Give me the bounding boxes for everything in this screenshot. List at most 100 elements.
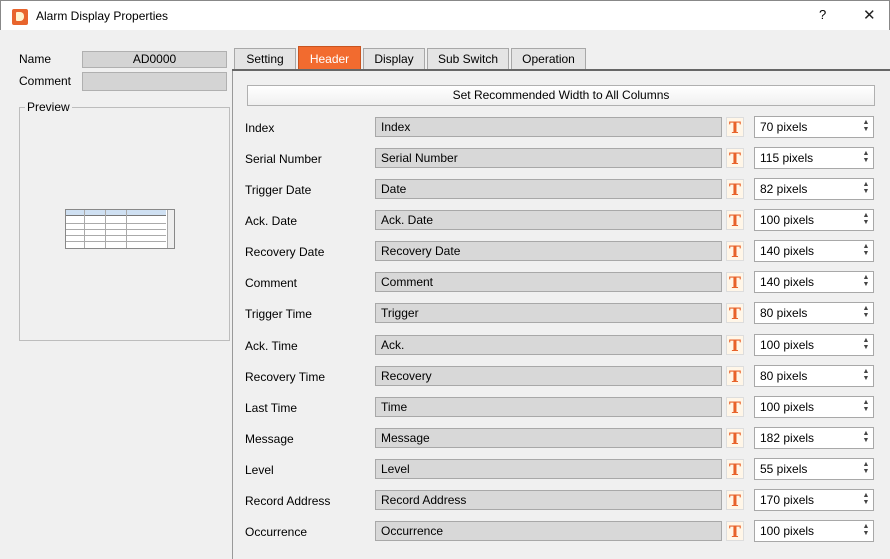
column-width-spinner[interactable]: 100 pixels ▲ ▼ (754, 396, 874, 418)
spin-arrows-icon[interactable]: ▲ ▼ (862, 150, 870, 166)
spin-arrows-icon[interactable]: ▲ ▼ (862, 181, 870, 197)
column-width-value: 80 pixels (760, 306, 808, 320)
column-width-spinner[interactable]: 82 pixels ▲ ▼ (754, 178, 874, 200)
comment-field[interactable] (82, 72, 227, 91)
column-width-spinner[interactable]: 115 pixels ▲ ▼ (754, 147, 874, 169)
text-style-icon[interactable]: T (726, 241, 744, 261)
header-text-field[interactable]: Time (375, 397, 722, 417)
text-style-icon[interactable]: T (726, 117, 744, 137)
spin-arrows-icon[interactable]: ▲ ▼ (862, 492, 870, 508)
text-style-icon[interactable]: T (726, 303, 744, 323)
tab-operation[interactable]: Operation (511, 48, 586, 69)
column-width-value: 140 pixels (760, 275, 815, 289)
header-text-field[interactable]: Ack. (375, 335, 722, 355)
preview-label: Preview (25, 100, 72, 114)
spin-arrows-icon[interactable]: ▲ ▼ (862, 523, 870, 539)
column-width-value: 70 pixels (760, 120, 808, 134)
column-width-spinner[interactable]: 170 pixels ▲ ▼ (754, 489, 874, 511)
text-style-icon[interactable]: T (726, 397, 744, 417)
help-button[interactable]: ? (819, 7, 826, 22)
column-label: Index (245, 121, 275, 135)
text-style-icon[interactable]: T (726, 366, 744, 386)
column-width-spinner[interactable]: 80 pixels ▲ ▼ (754, 302, 874, 324)
column-width-value: 82 pixels (760, 182, 808, 196)
column-label: Level (245, 463, 274, 477)
text-style-icon[interactable]: T (726, 148, 744, 168)
header-text-field[interactable]: Comment (375, 272, 722, 292)
header-text-field[interactable]: Recovery Date (375, 241, 722, 261)
header-text-field[interactable]: Index (375, 117, 722, 137)
column-width-value: 170 pixels (760, 493, 815, 507)
text-style-icon[interactable]: T (726, 428, 744, 448)
column-label: Comment (245, 276, 298, 290)
column-width-value: 100 pixels (760, 213, 815, 227)
text-style-icon[interactable]: T (726, 490, 744, 510)
preview-table-column (84, 210, 85, 248)
tab-display[interactable]: Display (363, 48, 425, 69)
spin-arrows-icon[interactable]: ▲ ▼ (862, 430, 870, 446)
tab-setting[interactable]: Setting (234, 48, 296, 69)
header-text-field[interactable]: Serial Number (375, 148, 722, 168)
column-width-value: 55 pixels (760, 462, 808, 476)
title-bar: Alarm Display Properties ? ✕ (0, 0, 890, 30)
text-style-icon[interactable]: T (726, 335, 744, 355)
spin-arrows-icon[interactable]: ▲ ▼ (862, 399, 870, 415)
header-text-field[interactable]: Level (375, 459, 722, 479)
header-text-field[interactable]: Ack. Date (375, 210, 722, 230)
column-width-spinner[interactable]: 100 pixels ▲ ▼ (754, 334, 874, 356)
column-label: Ack. Date (245, 214, 298, 228)
text-style-icon[interactable]: T (726, 521, 744, 541)
column-label: Message (245, 432, 294, 446)
spin-arrows-icon[interactable]: ▲ ▼ (862, 119, 870, 135)
column-label: Ack. Time (245, 339, 298, 353)
spin-arrows-icon[interactable]: ▲ ▼ (862, 243, 870, 259)
spin-arrows-icon[interactable]: ▲ ▼ (862, 305, 870, 321)
column-width-spinner[interactable]: 80 pixels ▲ ▼ (754, 365, 874, 387)
text-style-icon[interactable]: T (726, 272, 744, 292)
column-label: Recovery Time (245, 370, 326, 384)
preview-table-row (66, 223, 166, 224)
header-text-field[interactable]: Occurrence (375, 521, 722, 541)
preview-table-row (66, 229, 166, 230)
header-text-field[interactable]: Record Address (375, 490, 722, 510)
column-width-spinner[interactable]: 70 pixels ▲ ▼ (754, 116, 874, 138)
spin-arrows-icon[interactable]: ▲ ▼ (862, 461, 870, 477)
text-style-icon[interactable]: T (726, 179, 744, 199)
preview-table-column (126, 210, 127, 248)
preview-table-scrollbar (167, 210, 174, 248)
column-label: Record Address (245, 494, 331, 508)
column-width-spinner[interactable]: 140 pixels ▲ ▼ (754, 240, 874, 262)
column-width-spinner[interactable]: 100 pixels ▲ ▼ (754, 520, 874, 542)
text-style-icon[interactable]: T (726, 459, 744, 479)
column-label: Recovery Date (245, 245, 325, 259)
column-width-spinner[interactable]: 140 pixels ▲ ▼ (754, 271, 874, 293)
column-width-spinner[interactable]: 55 pixels ▲ ▼ (754, 458, 874, 480)
text-style-icon[interactable]: T (726, 210, 744, 230)
header-text-field[interactable]: Recovery (375, 366, 722, 386)
preview-table-row (66, 235, 166, 236)
column-width-value: 182 pixels (760, 431, 815, 445)
column-width-spinner[interactable]: 100 pixels ▲ ▼ (754, 209, 874, 231)
column-label: Serial Number (245, 152, 322, 166)
column-width-value: 115 pixels (760, 151, 814, 165)
header-text-field[interactable]: Message (375, 428, 722, 448)
close-icon[interactable]: ✕ (863, 6, 876, 24)
header-text-field[interactable]: Date (375, 179, 722, 199)
column-width-value: 100 pixels (760, 400, 815, 414)
window-title: Alarm Display Properties (36, 9, 169, 23)
preview-table-header (66, 210, 166, 216)
tab-sub-switch[interactable]: Sub Switch (427, 48, 509, 69)
name-field[interactable]: AD0000 (82, 51, 227, 68)
spin-arrows-icon[interactable]: ▲ ▼ (862, 337, 870, 353)
name-label: Name (19, 52, 52, 66)
spin-arrows-icon[interactable]: ▲ ▼ (862, 212, 870, 228)
comment-label: Comment (19, 74, 72, 88)
spin-arrows-icon[interactable]: ▲ ▼ (862, 368, 870, 384)
set-recommended-width-button[interactable]: Set Recommended Width to All Columns (247, 85, 875, 106)
column-width-spinner[interactable]: 182 pixels ▲ ▼ (754, 427, 874, 449)
column-label: Trigger Time (245, 307, 312, 321)
header-text-field[interactable]: Trigger (375, 303, 722, 323)
spin-arrows-icon[interactable]: ▲ ▼ (862, 274, 870, 290)
column-width-value: 100 pixels (760, 524, 815, 538)
tab-header[interactable]: Header (298, 46, 361, 69)
